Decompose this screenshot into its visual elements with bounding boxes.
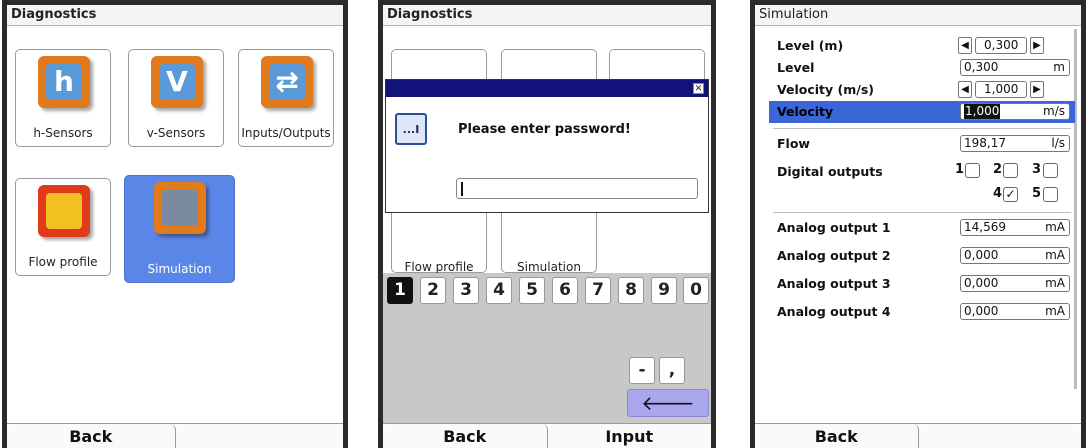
increase-arrow-icon[interactable]: ▶	[1030, 37, 1044, 54]
right-softkey[interactable]	[918, 424, 1081, 448]
numeric-keypad: 1 2 3 4 5 6 7 8 9 0 - , 🡐	[383, 273, 711, 423]
simulation-tile: Simulation	[501, 205, 597, 274]
keyboard-input-icon: ...I	[395, 113, 427, 145]
analog-output-3-field[interactable]: 0,000 mA	[960, 275, 1070, 292]
key-0[interactable]: 0	[683, 277, 709, 304]
simulation-tile[interactable]: Simulation	[124, 175, 235, 283]
analog-output-1-row: Analog output 1 14,569 mA	[755, 217, 1081, 239]
h-sensor-icon: h	[38, 56, 90, 108]
key-3[interactable]: 3	[453, 277, 479, 304]
backspace-arrow-icon[interactable]: 🡐	[627, 389, 709, 417]
screen-title: Simulation	[755, 5, 1081, 26]
digital-output-4-checkbox[interactable]: ✓	[1003, 187, 1018, 202]
level-field[interactable]: 0,300 m	[960, 59, 1070, 76]
velocity-row[interactable]: Velocity 1,000 m/s	[769, 101, 1075, 123]
digital-outputs-row: Digital outputs 1 2 3	[755, 161, 1081, 183]
v-sensors-tile[interactable]: V v-Sensors	[128, 49, 224, 147]
key-9[interactable]: 9	[651, 277, 677, 304]
inputs-outputs-icon: ⇄	[261, 56, 313, 108]
level-m-row: Level (m) ◀ 0,300 ▶	[755, 35, 1081, 57]
dialog-header: ✕	[386, 80, 708, 97]
tile-label: v-Sensors	[146, 126, 206, 140]
inputs-outputs-tile[interactable]: ⇄ Inputs/Outputs	[238, 49, 334, 147]
tile-label: Flow profile	[28, 255, 98, 269]
check-icon: ✓	[1005, 187, 1016, 201]
key-6[interactable]: 6	[552, 277, 578, 304]
decrease-arrow-icon[interactable]: ◀	[958, 81, 972, 98]
tile-label: Inputs/Outputs	[241, 126, 331, 140]
digital-outputs-row-2: 4 ✓ 5	[755, 185, 1081, 207]
screen-title: Diagnostics	[383, 5, 711, 26]
tile-label: Simulation	[147, 262, 212, 276]
softkey-bar: Back	[755, 423, 1081, 448]
flow-profile-tile[interactable]: Flow profile	[15, 178, 111, 276]
analog-output-1-field[interactable]: 14,569 mA	[960, 219, 1070, 236]
softkey-bar: Back Input	[383, 423, 711, 448]
screen-title: Diagnostics	[7, 5, 343, 26]
digital-output-3-checkbox[interactable]	[1043, 163, 1058, 178]
key-4[interactable]: 4	[486, 277, 512, 304]
analog-output-4-row: Analog output 4 0,000 mA	[755, 301, 1081, 323]
divider	[773, 212, 1071, 213]
velocity-ms-field[interactable]: 1,000	[975, 81, 1027, 98]
analog-output-3-row: Analog output 3 0,000 mA	[755, 273, 1081, 295]
key-7[interactable]: 7	[585, 277, 611, 304]
back-button[interactable]: Back	[755, 424, 919, 448]
analog-output-2-field[interactable]: 0,000 mA	[960, 247, 1070, 264]
flow-profile-icon	[38, 185, 90, 237]
key-5[interactable]: 5	[519, 277, 545, 304]
velocity-ms-row: Velocity (m/s) ◀ 1,000 ▶	[755, 79, 1081, 101]
flow-field: 198,17 l/s	[960, 135, 1070, 152]
flow-row: Flow 198,17 l/s	[755, 133, 1081, 155]
v-sensor-icon: V	[151, 56, 203, 108]
analog-output-4-field[interactable]: 0,000 mA	[960, 303, 1070, 320]
h-sensors-tile[interactable]: h h-Sensors	[15, 49, 111, 147]
digital-output-5-checkbox[interactable]	[1043, 187, 1058, 202]
input-button[interactable]: Input	[547, 424, 711, 448]
dialog-message: Please enter password!	[458, 122, 631, 137]
key-1[interactable]: 1	[387, 277, 413, 304]
key-2[interactable]: 2	[420, 277, 446, 304]
close-icon[interactable]: ✕	[693, 83, 704, 94]
increase-arrow-icon[interactable]: ▶	[1030, 81, 1044, 98]
digital-output-2-checkbox[interactable]	[1003, 163, 1018, 178]
digital-output-1-checkbox[interactable]	[965, 163, 980, 178]
password-dialog: ✕ ...I Please enter password!	[385, 79, 709, 213]
password-screen: Diagnostics Flow profile Simulation ✕ ..…	[378, 0, 716, 448]
velocity-field[interactable]: 1,000 m/s	[960, 103, 1070, 120]
password-input[interactable]	[456, 178, 698, 199]
tile-label: h-Sensors	[33, 126, 93, 140]
level-row: Level 0,300 m	[755, 57, 1081, 79]
decrease-arrow-icon[interactable]: ◀	[958, 37, 972, 54]
key-8[interactable]: 8	[618, 277, 644, 304]
simulation-icon	[154, 182, 206, 234]
key-comma[interactable]: ,	[659, 357, 685, 384]
level-m-field[interactable]: 0,300	[975, 37, 1027, 54]
softkey-bar: Back	[7, 423, 343, 448]
text-cursor	[461, 182, 463, 196]
back-button[interactable]: Back	[383, 424, 548, 448]
diagnostics-screen: Diagnostics h h-Sensors V v-Sensors ⇄ In…	[2, 0, 348, 448]
flow-profile-tile: Flow profile	[391, 205, 487, 274]
divider	[773, 128, 1071, 129]
key-minus[interactable]: -	[629, 357, 655, 384]
simulation-screen: Simulation Level (m) ◀ 0,300 ▶ Level 0,3…	[750, 0, 1086, 448]
back-button[interactable]: Back	[7, 424, 176, 448]
right-softkey[interactable]	[175, 424, 343, 448]
analog-output-2-row: Analog output 2 0,000 mA	[755, 245, 1081, 267]
